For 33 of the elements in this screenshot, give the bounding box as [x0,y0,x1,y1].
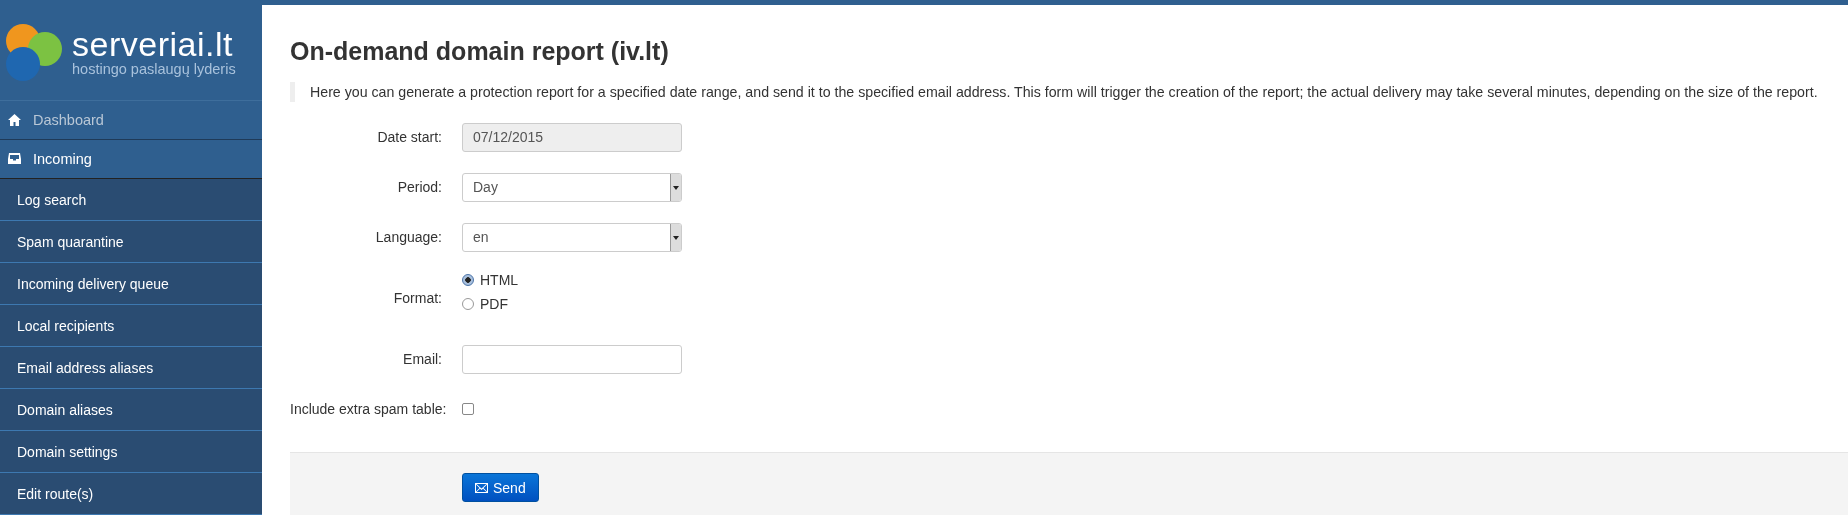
checkbox[interactable] [462,403,474,415]
select-field[interactable]: Day [462,172,682,202]
sidebar-subitem[interactable]: Log search [0,179,262,221]
field-label: Language: [374,229,442,245]
field-label: Email: [402,351,442,367]
sidebar-subitem[interactable]: Incoming delivery queue [0,263,262,305]
sidebar-subitem[interactable]: Email address aliases [0,347,262,389]
sidebar-subitem[interactable]: Domain aliases [0,389,262,431]
radio-button[interactable] [462,274,474,286]
home-icon [8,113,21,126]
description-text: Here you can generate a protection report for a specified date range, and send it to the specified email address. This form will trigger the creation of the report; the actual delivery may take several minutes, depending on the size of the report. [290,82,1824,102]
sidebar-subitem[interactable]: Spam quarantine [0,221,262,263]
sidebar-subitem[interactable]: Domain settings [0,431,262,473]
send-button[interactable]: Send [462,473,539,502]
radio-button[interactable] [462,298,474,310]
field-label: Date start: [376,129,442,145]
select-field[interactable]: en [462,222,682,252]
inbox-icon [8,153,21,165]
envelope-icon [475,482,488,493]
radio-label: HTML [480,272,519,288]
field-label: Format: [392,290,442,306]
input-field[interactable] [462,344,682,374]
sidebar-subitem[interactable]: Local recipients [0,305,262,347]
logo-name: serveriai.lt [72,27,233,62]
caret-icon [670,223,681,251]
sidebar-subitem[interactable]: Edit route(s) [0,473,262,515]
caret-icon [670,173,681,201]
radio-label: PDF [480,296,508,312]
sidebar-item[interactable]: Incoming [0,139,262,179]
field-label: Period: [396,179,442,195]
logo-tagline: hostingo paslaugų lyderis [72,61,236,78]
sidebar-item[interactable]: Dashboard [0,100,262,140]
page-title: On-demand domain report (iv.lt) [290,37,670,66]
